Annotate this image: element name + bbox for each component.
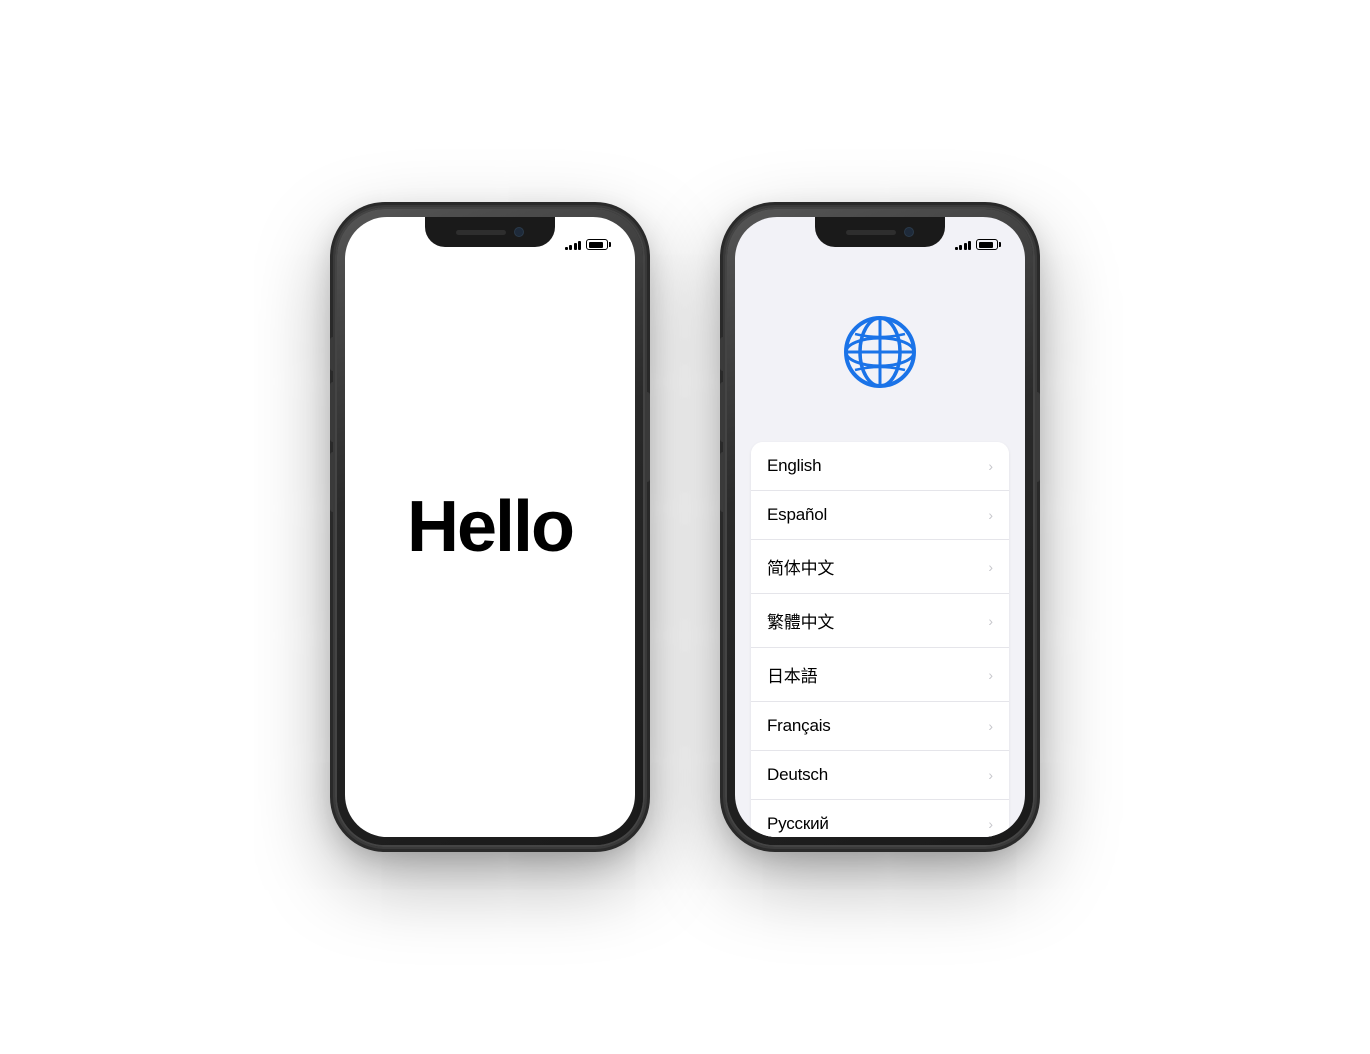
mute-button-2[interactable] — [720, 337, 725, 371]
language-label-german: Deutsch — [767, 765, 828, 785]
hello-screen: Hello — [345, 217, 635, 837]
language-list: English › Español › 简体中文 › 繁體中文 › — [751, 442, 1009, 837]
battery-icon — [586, 239, 611, 250]
language-label-french: Français — [767, 716, 831, 736]
language-phone-screen: English › Español › 简体中文 › 繁體中文 › — [735, 217, 1025, 837]
signal-bar-2-4 — [968, 241, 971, 250]
language-label-english: English — [767, 456, 821, 476]
battery-icon-2 — [976, 239, 1001, 250]
battery-body — [586, 239, 608, 250]
language-item-russian[interactable]: Русский › — [751, 800, 1009, 837]
language-item-japanese[interactable]: 日本語 › — [751, 648, 1009, 702]
status-icons-2 — [955, 239, 1002, 250]
chevron-right-icon-japanese: › — [988, 667, 993, 683]
hello-phone-screen: Hello — [345, 217, 635, 837]
power-button[interactable] — [645, 392, 650, 482]
chevron-right-icon-german: › — [988, 767, 993, 783]
signal-bar-1 — [565, 247, 568, 250]
volume-down-button-2[interactable] — [720, 452, 725, 512]
hello-text: Hello — [407, 486, 573, 568]
language-screen: English › Español › 简体中文 › 繁體中文 › — [735, 217, 1025, 837]
language-label-traditional-chinese: 繁體中文 — [767, 608, 834, 633]
language-label-russian: Русский — [767, 814, 829, 834]
battery-tip — [609, 242, 611, 247]
chevron-right-icon-french: › — [988, 718, 993, 734]
signal-bar-4 — [578, 241, 581, 250]
battery-body-2 — [976, 239, 998, 250]
signal-icon-2 — [955, 239, 972, 250]
language-item-english[interactable]: English › — [751, 442, 1009, 491]
volume-up-button-2[interactable] — [720, 382, 725, 442]
language-item-traditional-chinese[interactable]: 繁體中文 › — [751, 594, 1009, 648]
language-label-simplified-chinese: 简体中文 — [767, 554, 834, 579]
volume-down-button[interactable] — [330, 452, 335, 512]
chevron-right-icon-english: › — [988, 458, 993, 474]
volume-up-button[interactable] — [330, 382, 335, 442]
language-label-espanol: Español — [767, 505, 827, 525]
chevron-right-icon-russian: › — [988, 816, 993, 832]
chevron-right-icon-simplified-chinese: › — [988, 559, 993, 575]
language-item-french[interactable]: Français › — [751, 702, 1009, 751]
signal-bar-2 — [569, 245, 572, 250]
language-label-japanese: 日本語 — [767, 662, 817, 687]
chevron-right-icon-traditional-chinese: › — [988, 613, 993, 629]
status-icons — [565, 239, 612, 250]
mute-button[interactable] — [330, 337, 335, 371]
battery-fill-2 — [979, 242, 993, 248]
signal-bar-3 — [574, 243, 577, 250]
language-item-german[interactable]: Deutsch › — [751, 751, 1009, 800]
power-button-2[interactable] — [1035, 392, 1040, 482]
signal-bar-2-3 — [964, 243, 967, 250]
signal-icon — [565, 239, 582, 250]
battery-fill — [589, 242, 603, 248]
phones-container: Hello — [0, 0, 1370, 1054]
chevron-right-icon-espanol: › — [988, 507, 993, 523]
front-camera-2 — [904, 227, 914, 237]
signal-bar-2-1 — [955, 247, 958, 250]
speaker — [456, 230, 506, 235]
front-camera — [514, 227, 524, 237]
language-item-simplified-chinese[interactable]: 简体中文 › — [751, 540, 1009, 594]
phone-hello: Hello — [335, 207, 645, 847]
globe-icon — [840, 312, 920, 392]
notch — [425, 217, 555, 247]
language-item-espanol[interactable]: Español › — [751, 491, 1009, 540]
notch-2 — [815, 217, 945, 247]
signal-bar-2-2 — [959, 245, 962, 250]
phone-language: English › Español › 简体中文 › 繁體中文 › — [725, 207, 1035, 847]
battery-tip-2 — [999, 242, 1001, 247]
speaker-2 — [846, 230, 896, 235]
